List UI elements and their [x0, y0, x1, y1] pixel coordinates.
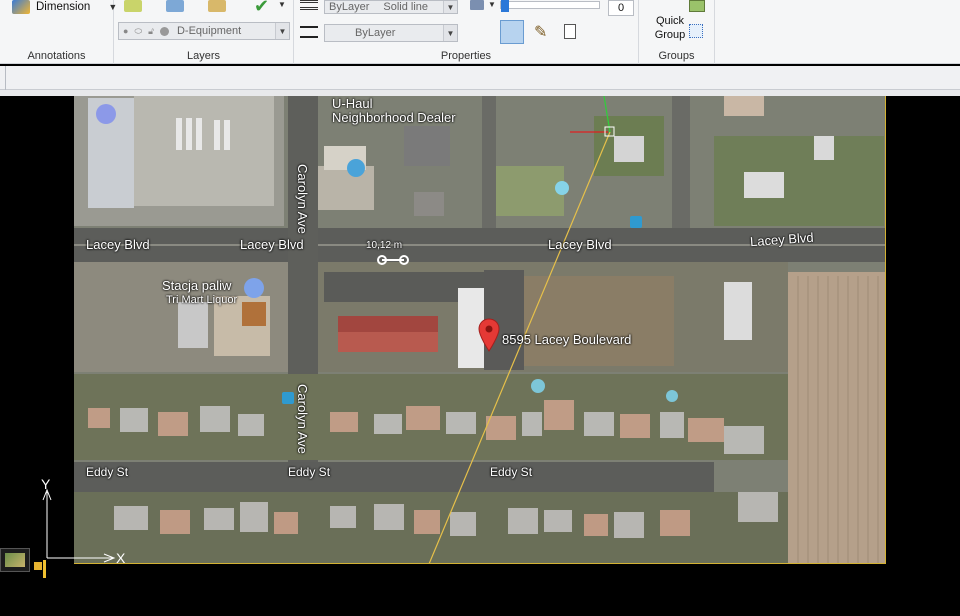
transparency-slider-thumb[interactable]	[501, 0, 509, 12]
map-label-eddy-3: Eddy St	[490, 465, 533, 479]
quick-group-label-2: Group	[654, 29, 686, 41]
layer-color-icon	[159, 26, 169, 36]
chevron-down-icon[interactable]: ▼	[488, 0, 496, 9]
location-pin-icon	[478, 318, 500, 352]
map-label-carolyn-1: Carolyn Ave	[295, 164, 310, 234]
quick-group-button[interactable]: Quick Group	[645, 14, 695, 42]
layer-on-icon: ●	[123, 26, 129, 36]
map-scale-label: 10,12 m	[366, 240, 403, 251]
dimension-label: Dimension	[36, 1, 91, 13]
properties-panel: ByLayer Solid line ▼ ▼ 0 ByLayer ▼ ✎ Pro…	[294, 0, 639, 64]
dimension-icon	[12, 0, 30, 14]
color-linetype-dropdown[interactable]: ByLayer Solid line ▼	[324, 0, 458, 14]
map-label-lacey-2: Lacey Blvd	[240, 237, 304, 252]
linetype-value: Solid line	[383, 1, 428, 13]
map-label-lacey-1: Lacey Blvd	[86, 237, 150, 252]
layer-lock-icon: 🔓︎	[148, 25, 154, 36]
groups-panel-title: Groups	[658, 50, 695, 62]
layer-properties-icon[interactable]	[124, 0, 142, 12]
lineweight-value: ByLayer	[355, 27, 396, 39]
current-layer-name: D-Equipment	[176, 25, 242, 37]
annotations-panel: Dimension ▼ Annotations	[0, 0, 117, 64]
list-icon[interactable]	[470, 0, 484, 10]
group-edit-icon[interactable]	[689, 0, 705, 12]
map-label-trimart: Tri Mart Liquor	[166, 294, 238, 306]
map-label-carolyn-2: Carolyn Ave	[295, 384, 310, 454]
color-value: ByLayer	[329, 1, 370, 13]
lineweight-icon[interactable]	[300, 26, 318, 38]
map-label-address: 8595 Lacey Boulevard	[502, 332, 632, 347]
image-thumbnail-icon[interactable]	[0, 548, 30, 572]
layer-state-icon[interactable]	[166, 0, 184, 12]
strip-handle[interactable]	[0, 66, 6, 90]
chevron-down-icon: ▼	[443, 1, 457, 13]
transparency-value-field[interactable]: 0	[608, 0, 634, 16]
annotations-panel-title: Annotations	[27, 50, 86, 62]
pencil-icon[interactable]: ✎	[534, 22, 547, 42]
transparency-value: 0	[617, 2, 625, 14]
chevron-down-icon[interactable]: ▼	[278, 0, 286, 9]
transparency-icon[interactable]	[500, 20, 524, 44]
layers-panel: ✔ ▼ ● ⬭ 🔓︎ D-Equipment ▼ Layers	[114, 0, 294, 64]
match-properties-icon[interactable]	[300, 0, 318, 10]
ucs-y-label: Y	[41, 476, 51, 492]
transparency-slider[interactable]	[500, 0, 600, 12]
ucs-x-label: X	[116, 550, 126, 566]
map-label-lacey-3: Lacey Blvd	[548, 237, 612, 252]
groups-panel: Quick Group Groups	[639, 0, 715, 64]
quick-group-label-1: Quick	[655, 15, 685, 27]
properties-panel-title: Properties	[440, 50, 492, 62]
map-label-uhaul-2: Neighborhood Dealer	[332, 110, 456, 125]
map-label-eddy-1: Eddy St	[86, 465, 129, 479]
map-label-uhaul-1: U-Haul	[332, 96, 373, 111]
cursor-marker	[34, 560, 48, 578]
layer-dropdown[interactable]: ● ⬭ 🔓︎ D-Equipment ▼	[118, 22, 290, 40]
chevron-down-icon: ▼	[275, 23, 289, 39]
document-icon[interactable]	[564, 24, 576, 39]
map-label-eddy-2: Eddy St	[288, 465, 331, 479]
chevron-down-icon: ▼	[443, 25, 457, 41]
ribbon: Dimension ▼ Annotations ✔ ▼ ● ⬭ 🔓︎ D-Equ…	[0, 0, 960, 64]
make-current-icon[interactable]: ✔	[254, 0, 269, 17]
ucs-icon	[42, 488, 116, 563]
lineweight-dropdown[interactable]: ByLayer ▼	[324, 24, 458, 42]
map-label-stacja: Stacja paliw	[162, 278, 232, 293]
layer-match-icon[interactable]	[208, 0, 226, 12]
layer-freeze-icon: ⬭	[134, 25, 143, 36]
dimension-button[interactable]: Dimension ▼	[12, 0, 117, 14]
file-tab-strip[interactable]	[0, 66, 960, 90]
raster-image[interactable]: U-Haul Neighborhood Dealer Lacey Blvd La…	[74, 96, 886, 564]
group-select-icon[interactable]	[689, 24, 703, 38]
layers-panel-title: Layers	[186, 50, 221, 62]
